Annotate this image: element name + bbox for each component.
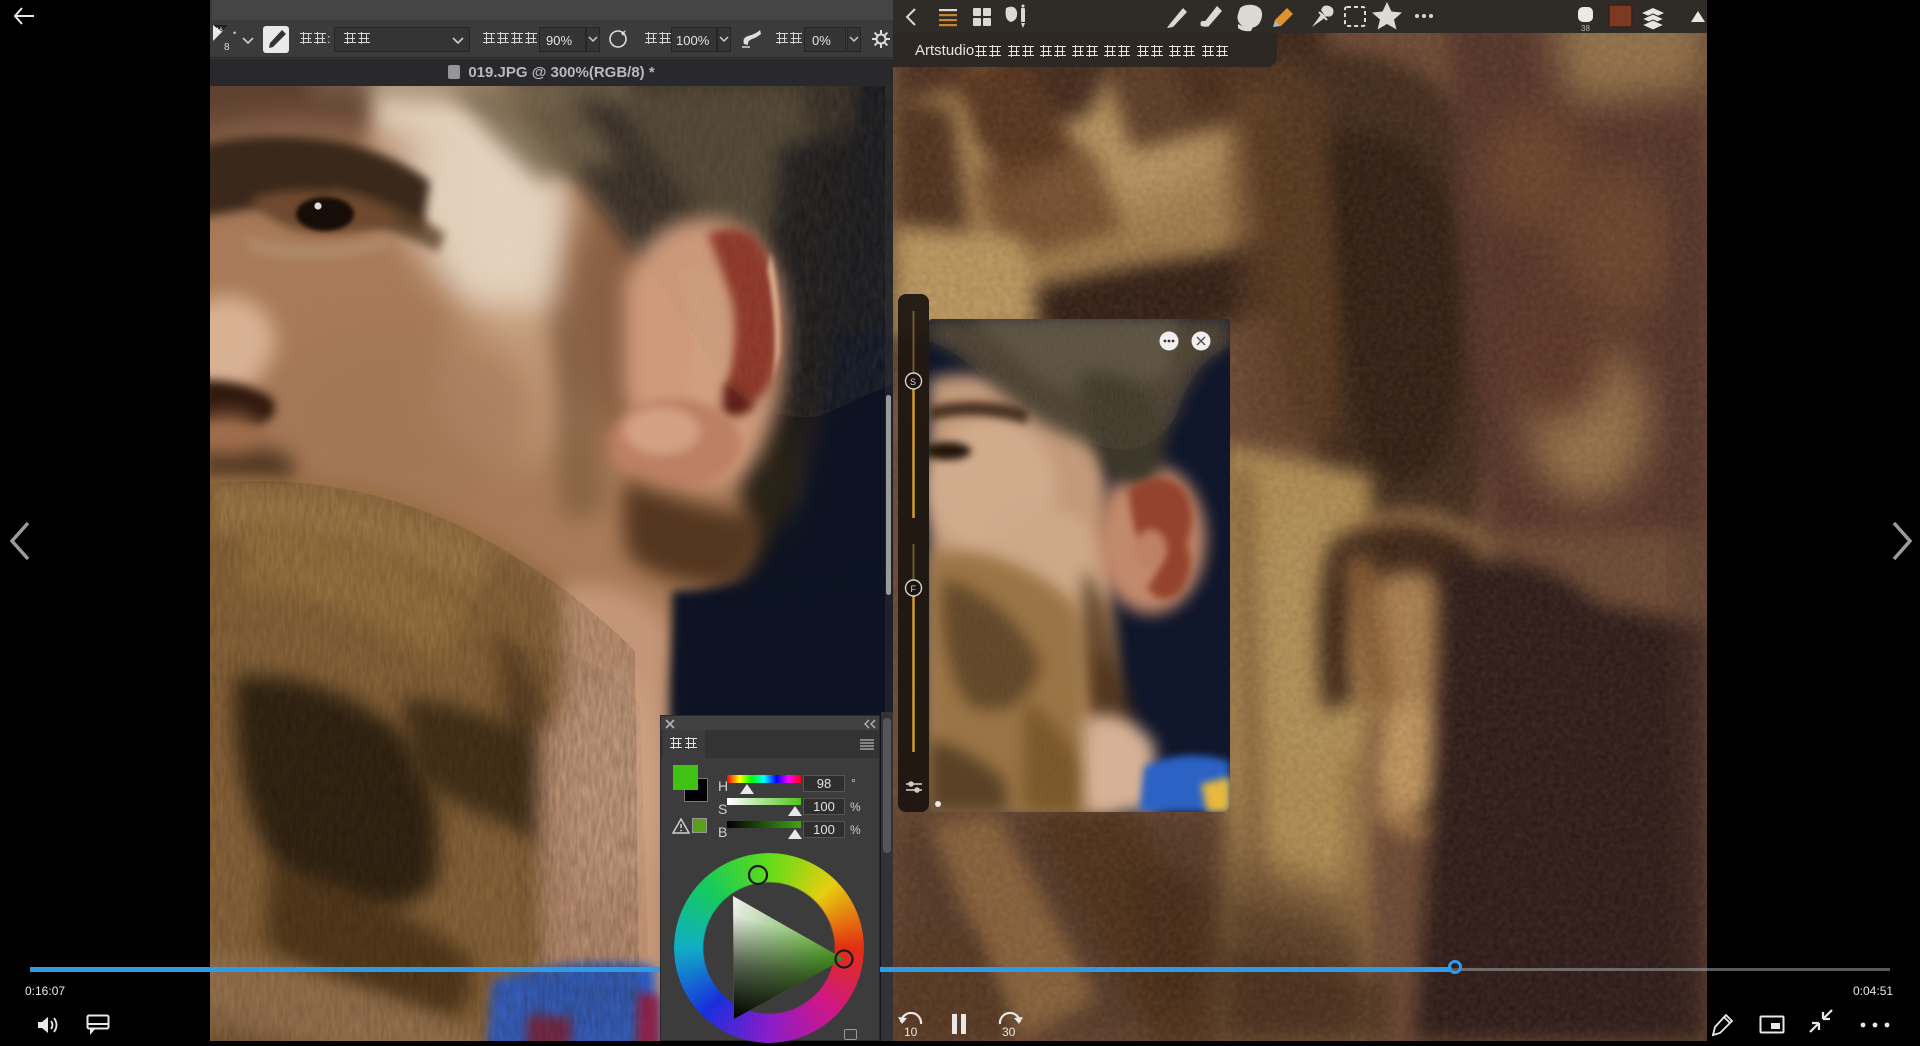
svg-text:F: F [911,584,917,594]
svg-text:S: S [910,377,916,387]
svg-text:16: 16 [216,28,223,34]
svg-text:38: 38 [1581,24,1590,33]
svg-text:10: 10 [904,1025,918,1038]
svg-text:30: 30 [1002,1025,1016,1038]
